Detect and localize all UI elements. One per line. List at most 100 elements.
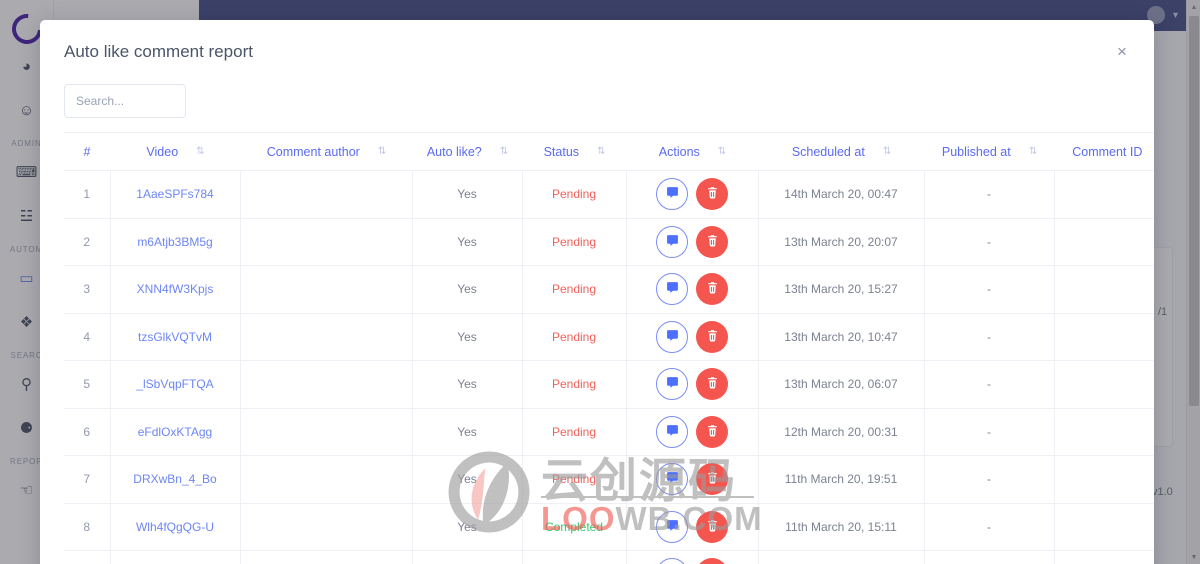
delete-button[interactable] [696,368,728,401]
status-badge: Pending [551,187,597,202]
cell-published-at: - [924,360,1055,409]
trash-icon [706,329,719,345]
cell-scheduled-at [758,550,925,564]
search-input[interactable] [64,84,186,118]
column-label: Video [146,144,179,159]
action-button-group [635,368,750,401]
video-link[interactable]: m6Atjb3BM5g [137,235,212,249]
sort-icon[interactable]: ⇅ [500,146,508,157]
delete-button[interactable] [696,225,728,258]
page-title: Auto like comment report [64,42,253,61]
comment-button[interactable] [656,463,688,496]
comment-button[interactable] [656,368,688,401]
column-header-actions[interactable]: Actions ⇅ [626,132,758,171]
cell-actions [626,503,759,551]
column-header-published-at[interactable]: Published at ⇅ [924,132,1054,171]
cell-actions [626,408,759,456]
cell-index: 7 [64,455,111,504]
column-label: Scheduled at [791,144,865,159]
cell-scheduled-at: 12th March 20, 00:31 [758,408,925,456]
cell-scheduled-at: 13th March 20, 15:27 [758,265,925,314]
column-header-status[interactable]: Status ⇅ [522,132,626,171]
comment-button[interactable] [656,225,688,258]
table-row: 9 [64,550,1154,564]
column-label: Auto like? [426,144,482,159]
sort-icon[interactable]: ⇅ [196,146,204,157]
table-row: 1 1AaeSPFs784 Yes Pending 14th March 20, 00:… [64,170,1154,219]
search-container [40,84,1154,132]
video-link[interactable]: DRXwBn_4_Bo [133,472,216,486]
action-button-group [635,510,750,543]
table-row: 6 eFdlOxKTAgg Yes Pending 12th March 20, 00:… [64,408,1154,456]
comment-bubble-icon [666,519,679,535]
sort-icon[interactable]: ⇅ [597,146,605,157]
column-header-video[interactable]: Video ⇅ [110,132,240,171]
cell-video: m6Atjb3BM5g [110,218,241,266]
cell-comment-id [1054,455,1154,504]
video-link[interactable]: _lSbVqpFTQA [136,377,213,391]
table-head: # Video ⇅ Comment author ⇅ Auto like? ⇅ … [64,132,1154,171]
delete-button[interactable] [696,178,728,211]
cell-published-at: - [924,455,1055,504]
status-badge: Pending [551,282,597,297]
delete-button[interactable] [696,510,728,543]
status-badge: Pending [551,329,597,344]
delete-button[interactable] [696,558,728,564]
sort-icon[interactable]: ⇅ [718,146,726,157]
cell-video: _lSbVqpFTQA [110,360,241,409]
column-header-comment-author[interactable]: Comment author ⇅ [240,132,412,171]
video-link[interactable]: tzsGlkVQTvM [138,330,212,344]
delete-button[interactable] [696,415,728,448]
delete-button[interactable] [696,273,728,306]
video-link[interactable]: Wlh4fQgQG-U [136,520,214,534]
cell-video: 1AaeSPFs784 [110,170,241,219]
cell-published-at: - [924,218,1055,266]
cell-scheduled-at: 14th March 20, 00:47 [758,170,925,219]
cell-comment-author [240,218,413,266]
cell-video [110,550,241,564]
sort-icon[interactable]: ⇅ [883,146,891,157]
comment-button[interactable] [656,510,688,543]
column-label: Published at [941,144,1011,159]
modal-header: Auto like comment report × [40,20,1154,84]
comment-bubble-icon [666,424,679,440]
cell-index: 2 [64,218,111,266]
comment-button[interactable] [656,558,688,564]
trash-icon [706,186,719,202]
column-header-comment-id[interactable]: Comment ID ⇅ [1054,132,1154,171]
auto-like-report-modal: Auto like comment report × # [40,20,1154,564]
delete-button[interactable] [696,463,728,496]
cell-published-at [924,550,1055,564]
video-link[interactable]: XNN4fW3Kpjs [137,282,214,296]
cell-comment-author [240,550,413,564]
comment-button[interactable] [656,320,688,353]
cell-video: DRXwBn_4_Bo [110,455,241,504]
close-icon[interactable]: × [1108,38,1136,66]
cell-index: 4 [64,313,111,361]
cell-comment-author [240,455,413,504]
video-link[interactable]: 1AaeSPFs784 [136,187,213,201]
cell-auto-like [412,550,523,564]
column-header-index[interactable]: # [64,132,110,171]
sort-icon[interactable]: ⇅ [378,146,386,157]
sort-icon[interactable]: ⇅ [1029,146,1037,157]
cell-actions [626,313,759,361]
action-button-group [635,558,750,564]
status-badge: Completed [544,519,604,534]
column-header-scheduled-at[interactable]: Scheduled at ⇅ [758,132,924,171]
cell-comment-author [240,313,413,361]
table-row: 5 _lSbVqpFTQA Yes Pending 13th March 20, 06:… [64,360,1154,409]
delete-button[interactable] [696,320,728,353]
cell-comment-id [1054,170,1154,219]
video-link[interactable]: eFdlOxKTAgg [138,425,212,439]
comment-button[interactable] [656,415,688,448]
cell-actions [626,170,759,219]
comment-button[interactable] [656,273,688,306]
column-header-auto-like[interactable]: Auto like? ⇅ [412,132,522,171]
report-table-container: # Video ⇅ Comment author ⇅ Auto like? ⇅ … [40,132,1154,564]
cell-actions [626,360,759,409]
cell-index: 6 [64,408,111,456]
comment-button[interactable] [656,178,688,211]
trash-icon [706,376,719,392]
action-button-group [635,320,750,353]
